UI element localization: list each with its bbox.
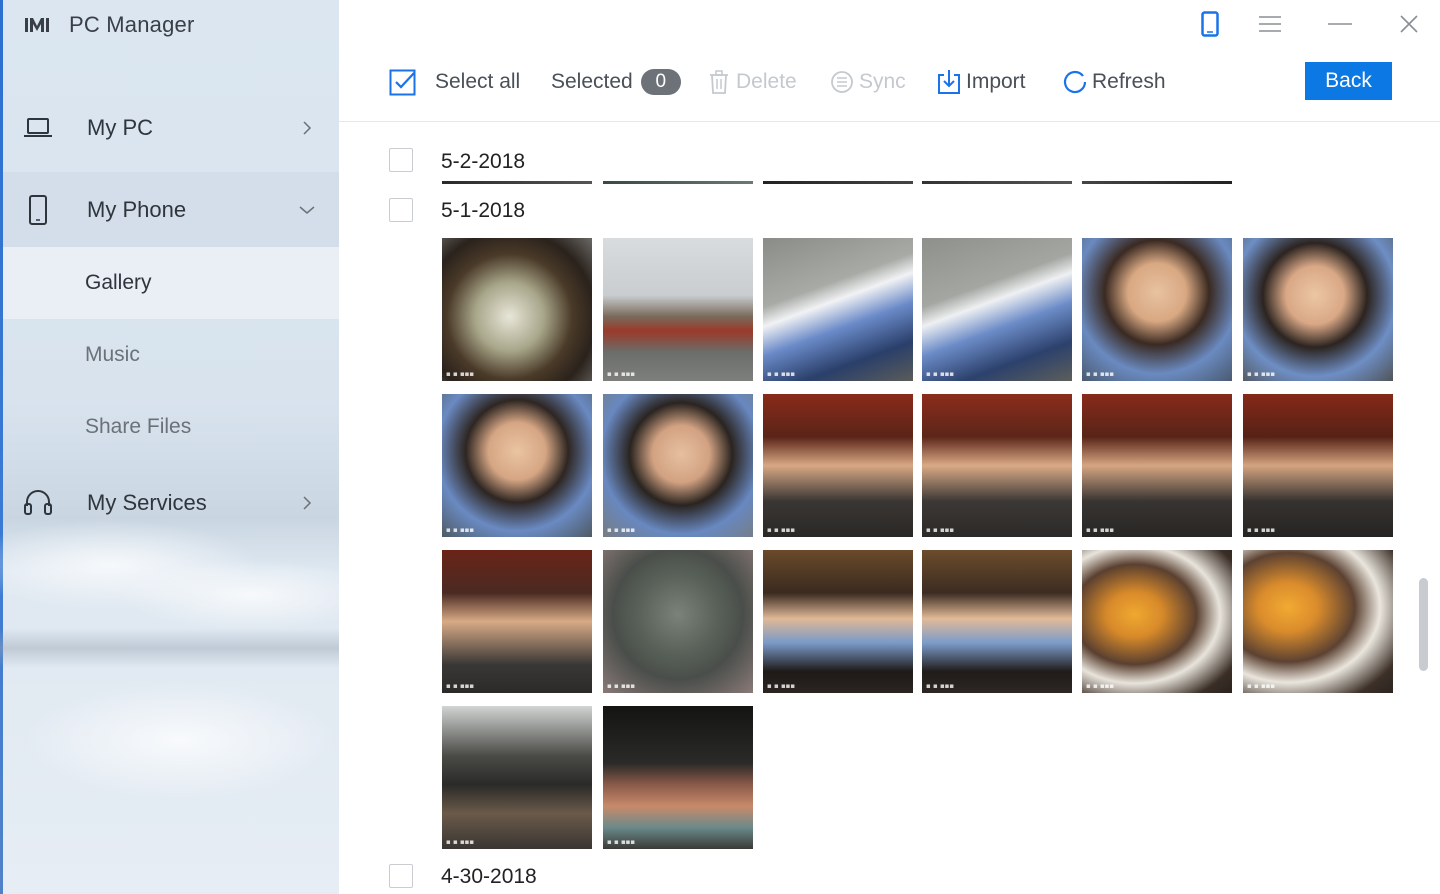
selected-count-badge: 0 [640,69,681,95]
photo-thumbnail-tumblers[interactable]: ▪ ▪ ▪▪▪ [603,706,753,849]
photo-thumbnail-drink-tart[interactable]: ▪ ▪ ▪▪▪ [1082,550,1232,693]
group-checkbox-4-30-2018[interactable] [389,864,413,888]
sync-label: Sync [859,70,906,93]
photo-thumbnail-boy-face[interactable]: ▪ ▪ ▪▪▪ [1082,238,1232,381]
photo-thumbnail-boy-shout[interactable]: ▪ ▪ ▪▪▪ [1243,238,1393,381]
sidebar-item-label: My Phone [87,196,187,222]
group-date-label: 5-2-2018 [441,150,526,173]
toolbar-divider [339,121,1440,122]
select-all-label: Select all [435,70,521,93]
photo-thumbnail-stone-lion[interactable]: ▪ ▪ ▪▪▪ [603,550,753,693]
sidebar: PC Manager My PC My Phone Gallery Music … [0,0,339,894]
photo-thumbnail-boy-phone[interactable]: ▪ ▪ ▪▪▪ [763,238,913,381]
chevron-right-icon [303,496,312,510]
sidebar-item-my-pc[interactable]: My PC [3,92,339,164]
group-checkbox-5-2-2018[interactable] [389,148,413,172]
app-title: PC Manager [69,12,195,37]
sidebar-item-label: My Services [87,490,207,515]
select-all-control[interactable]: Select all [389,55,520,109]
photo-thumbnail-collapsed[interactable] [603,181,753,184]
photo-thumbnail-selfie-man-boy-4[interactable]: ▪ ▪ ▪▪▪ [1243,394,1393,537]
selected-label: Selected [551,70,633,93]
group-date-label: 4-30-2018 [441,865,537,888]
photo-thumbnail-selfie-man-boy-2[interactable]: ▪ ▪ ▪▪▪ [922,394,1072,537]
pc-manager-logo-icon [25,18,49,32]
minimize-icon [1328,23,1352,25]
group-date-label: 5-1-2018 [441,199,526,222]
sidebar-item-label: My PC [87,115,153,140]
sidebar-background-cloud [20,680,339,800]
chevron-right-icon [303,121,312,135]
photo-thumbnail-collapsed[interactable] [922,181,1072,184]
photo-thumbnail-temple-plaza[interactable]: ▪ ▪ ▪▪▪ [603,238,753,381]
sidebar-subitem-label: Share Files [85,415,192,438]
back-button[interactable]: Back [1305,62,1392,100]
menu-button[interactable] [1254,8,1286,40]
select-all-checkbox[interactable] [389,68,417,96]
photo-thumbnail-selfie-man-boy-5[interactable]: ▪ ▪ ▪▪▪ [442,550,592,693]
photo-thumbnail-boy-phone-2[interactable]: ▪ ▪ ▪▪▪ [922,238,1072,381]
import-button[interactable]: Import [936,55,1026,109]
photo-thumbnail-boy-table-2[interactable]: ▪ ▪ ▪▪▪ [922,550,1072,693]
gallery-toolbar: Select all Selected 0 Delete Sync Import… [339,55,1440,109]
app-brand: PC Manager [24,12,195,38]
selected-count-indicator: Selected 0 [551,55,681,109]
sidebar-background-cloud [120,560,339,630]
photo-thumbnail-selfie-man-boy[interactable]: ▪ ▪ ▪▪▪ [763,394,913,537]
gallery-scrollbar-thumb[interactable] [1419,578,1428,671]
sidebar-subitem-music[interactable]: Music [3,319,339,391]
sync-button[interactable]: Sync [829,55,906,109]
delete-button[interactable]: Delete [706,55,797,109]
phone-icon [23,194,53,225]
device-phone-button[interactable] [1194,8,1226,40]
sidebar-subitem-label: Music [85,343,140,366]
delete-label: Delete [736,70,797,93]
phone-icon [1201,11,1219,37]
photo-thumbnail-collapsed[interactable] [1082,181,1232,184]
minimize-button[interactable] [1324,8,1356,40]
sidebar-item-my-phone[interactable]: My Phone [3,172,339,247]
main-panel: Select all Selected 0 Delete Sync Import… [339,0,1440,894]
trash-icon [706,69,732,95]
photo-thumbnail-collapsed[interactable] [442,181,592,184]
refresh-icon [1062,69,1088,95]
sync-icon [829,69,855,95]
photo-thumbnail-boy-table[interactable]: ▪ ▪ ▪▪▪ [763,550,913,693]
sidebar-subitem-share-files[interactable]: Share Files [3,391,339,463]
group-checkbox-5-1-2018[interactable] [389,198,413,222]
import-icon [936,69,962,95]
menu-icon [1259,16,1281,32]
sidebar-background-haze [0,628,339,668]
sidebar-subitem-label: Gallery [85,271,152,294]
sidebar-item-my-services[interactable]: My Services [3,467,339,539]
checkbox-checked-icon [389,69,416,96]
headset-icon [23,488,53,518]
photo-thumbnail-collapsed[interactable] [763,181,913,184]
close-icon [1400,15,1418,33]
refresh-button[interactable]: Refresh [1062,55,1166,109]
photo-thumbnail-selfie-man-boy-3[interactable]: ▪ ▪ ▪▪▪ [1082,394,1232,537]
photo-thumbnail-food-bowl[interactable]: ▪ ▪ ▪▪▪ [442,238,592,381]
chevron-down-icon [299,205,315,214]
photo-thumbnail-boy-shout-3[interactable]: ▪ ▪ ▪▪▪ [603,394,753,537]
sidebar-subitem-gallery[interactable]: Gallery [3,247,339,319]
photo-thumbnail-boy-shout-2[interactable]: ▪ ▪ ▪▪▪ [442,394,592,537]
photo-thumbnail-cafe-interior[interactable]: ▪ ▪ ▪▪▪ [442,706,592,849]
import-label: Import [966,70,1026,93]
photo-thumbnail-drink-tart-2[interactable]: ▪ ▪ ▪▪▪ [1243,550,1393,693]
laptop-icon [23,113,53,143]
refresh-label: Refresh [1092,70,1166,93]
close-button[interactable] [1393,8,1425,40]
